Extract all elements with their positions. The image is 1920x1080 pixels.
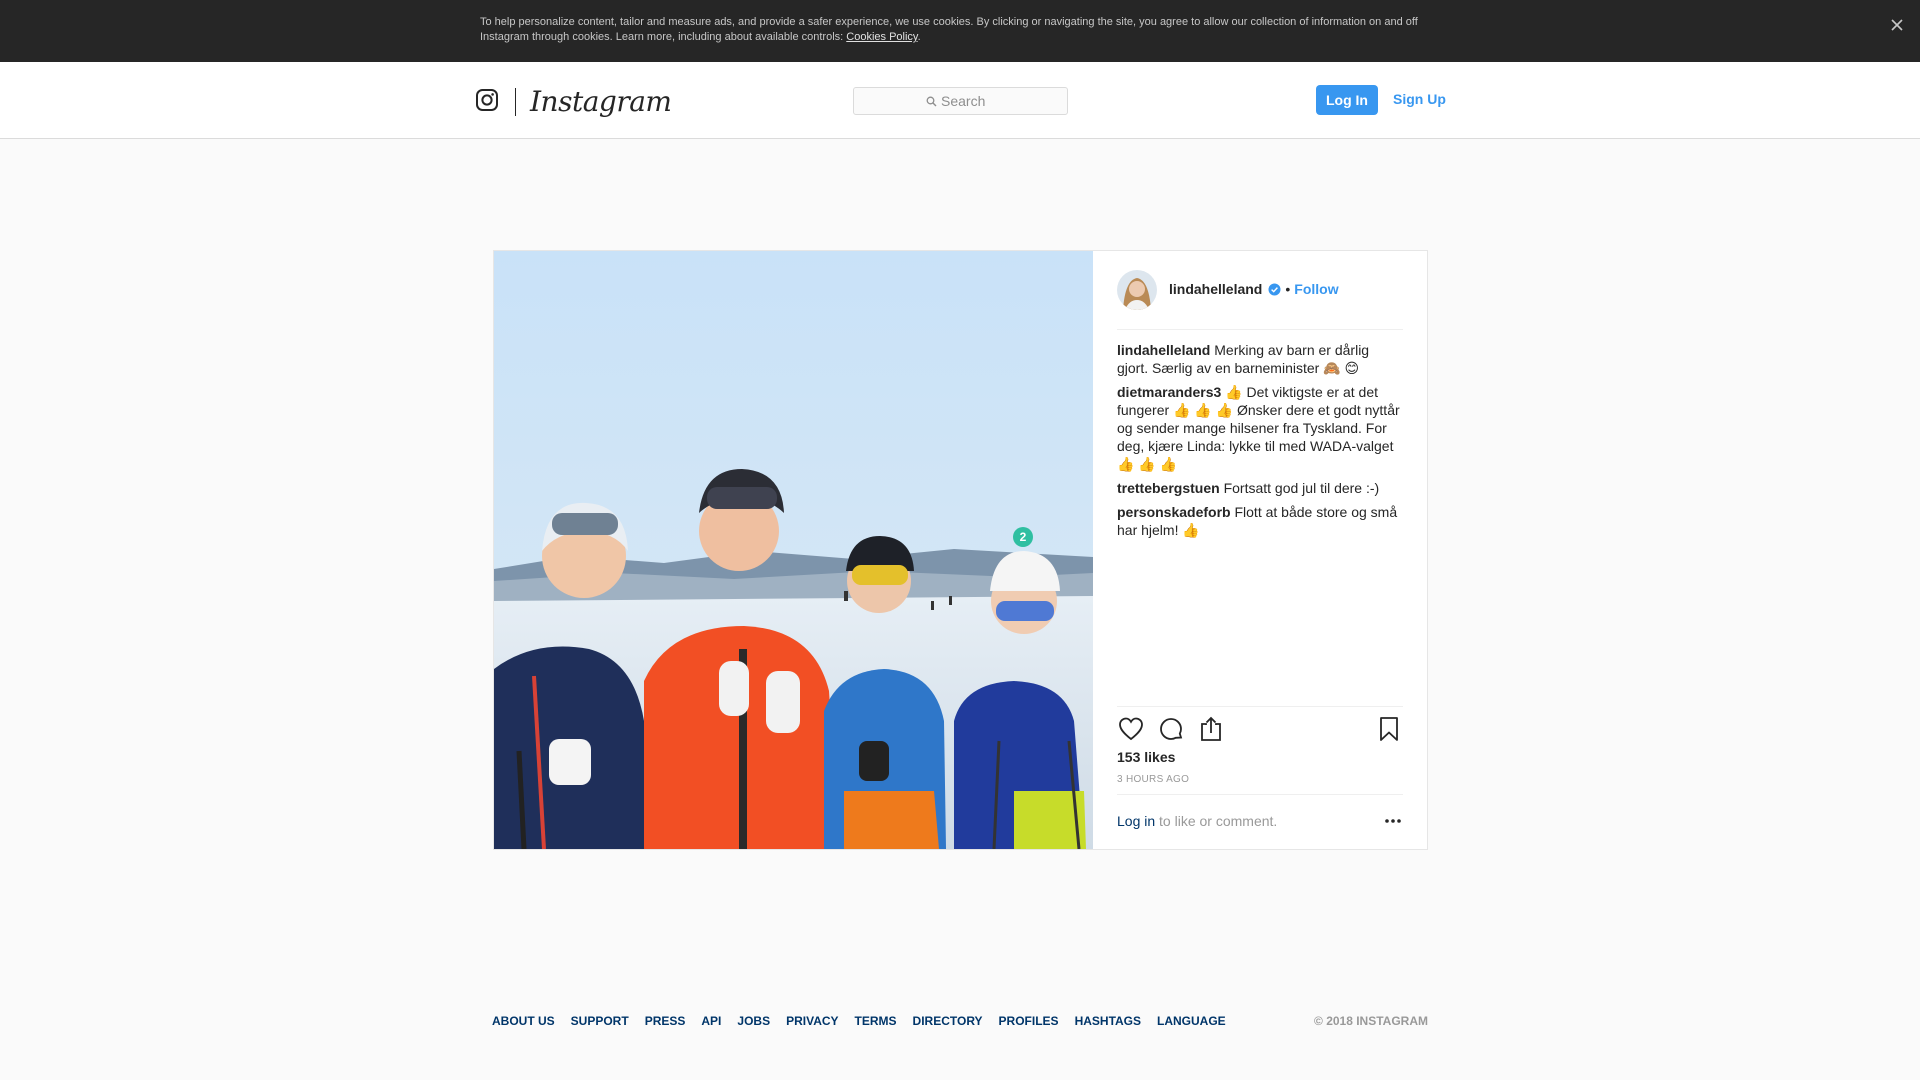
instagram-wordmark-logo[interactable]: Instagram [530,82,672,122]
verified-badge-icon [1268,283,1281,295]
search-placeholder-group: Search [926,88,985,114]
comment-item: lindahelleland Merking av barn er dårlig… [1117,341,1403,377]
footer-link-support[interactable]: SUPPORT [571,1014,629,1028]
comment-list: lindahelleland Merking av barn er dårlig… [1117,341,1403,545]
cookies-policy-link[interactable]: Cookies Policy [846,31,917,43]
footer-link-terms[interactable]: TERMS [855,1014,897,1028]
logo-divider [515,88,516,116]
post-photo[interactable]: 2 [494,251,1093,849]
comment-item: personskadeforb Flott at både store og s… [1117,503,1403,539]
post-card: 2 lindahelleland • Follow lindahelleland… [493,250,1428,850]
search-input[interactable]: Search [853,87,1068,115]
close-icon[interactable] [1888,16,1906,34]
comment-text: Fortsatt god jul til dere :-) [1223,480,1380,496]
search-icon [926,96,937,106]
footer-link-hashtags[interactable]: HASHTAGS [1075,1014,1141,1028]
comment-username[interactable]: personskadeforb [1117,504,1231,520]
footer-link-profiles[interactable]: PROFILES [999,1014,1059,1028]
footer-link-about-us[interactable]: ABOUT US [492,1014,555,1028]
instagram-glyph-icon[interactable] [476,89,498,111]
photo-tag-count: 2 [1020,530,1027,544]
post-details-panel: lindahelleland • Follow lindahelleland M… [1093,251,1427,849]
log-in-button[interactable]: Log In [1316,85,1378,115]
avatar[interactable] [1117,270,1157,310]
comment-item: dietmaranders3 👍 Det viktigste er at det… [1117,383,1403,473]
top-navigation-bar: Instagram Search Log In Sign Up [0,62,1920,139]
cookie-notice-body: To help personalize content, tailor and … [480,16,1418,43]
author-line: lindahelleland • Follow [1169,281,1339,297]
like-count[interactable]: 153 likes [1117,749,1175,765]
footer-navigation: ABOUT US SUPPORT PRESS API JOBS PRIVACY … [492,1014,1226,1028]
search-placeholder-text: Search [941,93,986,109]
cookie-banner: To help personalize content, tailor and … [0,0,1920,62]
post-timestamp: 3 HOURS AGO [1117,774,1190,785]
footer-link-press[interactable]: PRESS [645,1014,686,1028]
comment-bubble-icon[interactable] [1157,715,1185,743]
comment-username[interactable]: trettebergstuen [1117,480,1220,496]
action-bar [1117,715,1403,745]
login-prompt: Log in to like or comment. [1117,813,1277,829]
post-author-header: lindahelleland • Follow [1117,270,1403,330]
share-icon[interactable] [1197,715,1225,743]
page-footer: ABOUT US SUPPORT PRESS API JOBS PRIVACY … [492,1014,1428,1030]
follow-separator: • [1285,281,1291,297]
post-author-username[interactable]: lindahelleland [1169,281,1262,297]
cookie-notice-text: To help personalize content, tailor and … [480,15,1440,45]
login-prompt-text: to like or comment. [1155,813,1278,829]
login-prompt-row: Log in to like or comment. [1117,794,1403,834]
sign-up-link[interactable]: Sign Up [1393,91,1446,107]
footer-link-language[interactable]: LANGUAGE [1157,1014,1226,1028]
cookie-notice-suffix: . [917,31,921,43]
post-actions-area: 153 likes 3 HOURS AGO [1117,706,1403,785]
log-in-link[interactable]: Log in [1117,813,1155,829]
footer-link-jobs[interactable]: JOBS [737,1014,770,1028]
copyright-notice: © 2018 INSTAGRAM [1314,1014,1428,1028]
bookmark-icon[interactable] [1375,715,1403,743]
comment-username[interactable]: lindahelleland [1117,342,1210,358]
more-options-icon[interactable] [1383,815,1403,827]
comment-username[interactable]: dietmaranders3 [1117,384,1221,400]
footer-link-api[interactable]: API [701,1014,721,1028]
footer-link-privacy[interactable]: PRIVACY [786,1014,838,1028]
comment-item: trettebergstuen Fortsatt god jul til der… [1117,479,1403,497]
footer-link-directory[interactable]: DIRECTORY [913,1014,983,1028]
heart-icon[interactable] [1117,715,1145,743]
follow-button[interactable]: Follow [1294,281,1338,297]
